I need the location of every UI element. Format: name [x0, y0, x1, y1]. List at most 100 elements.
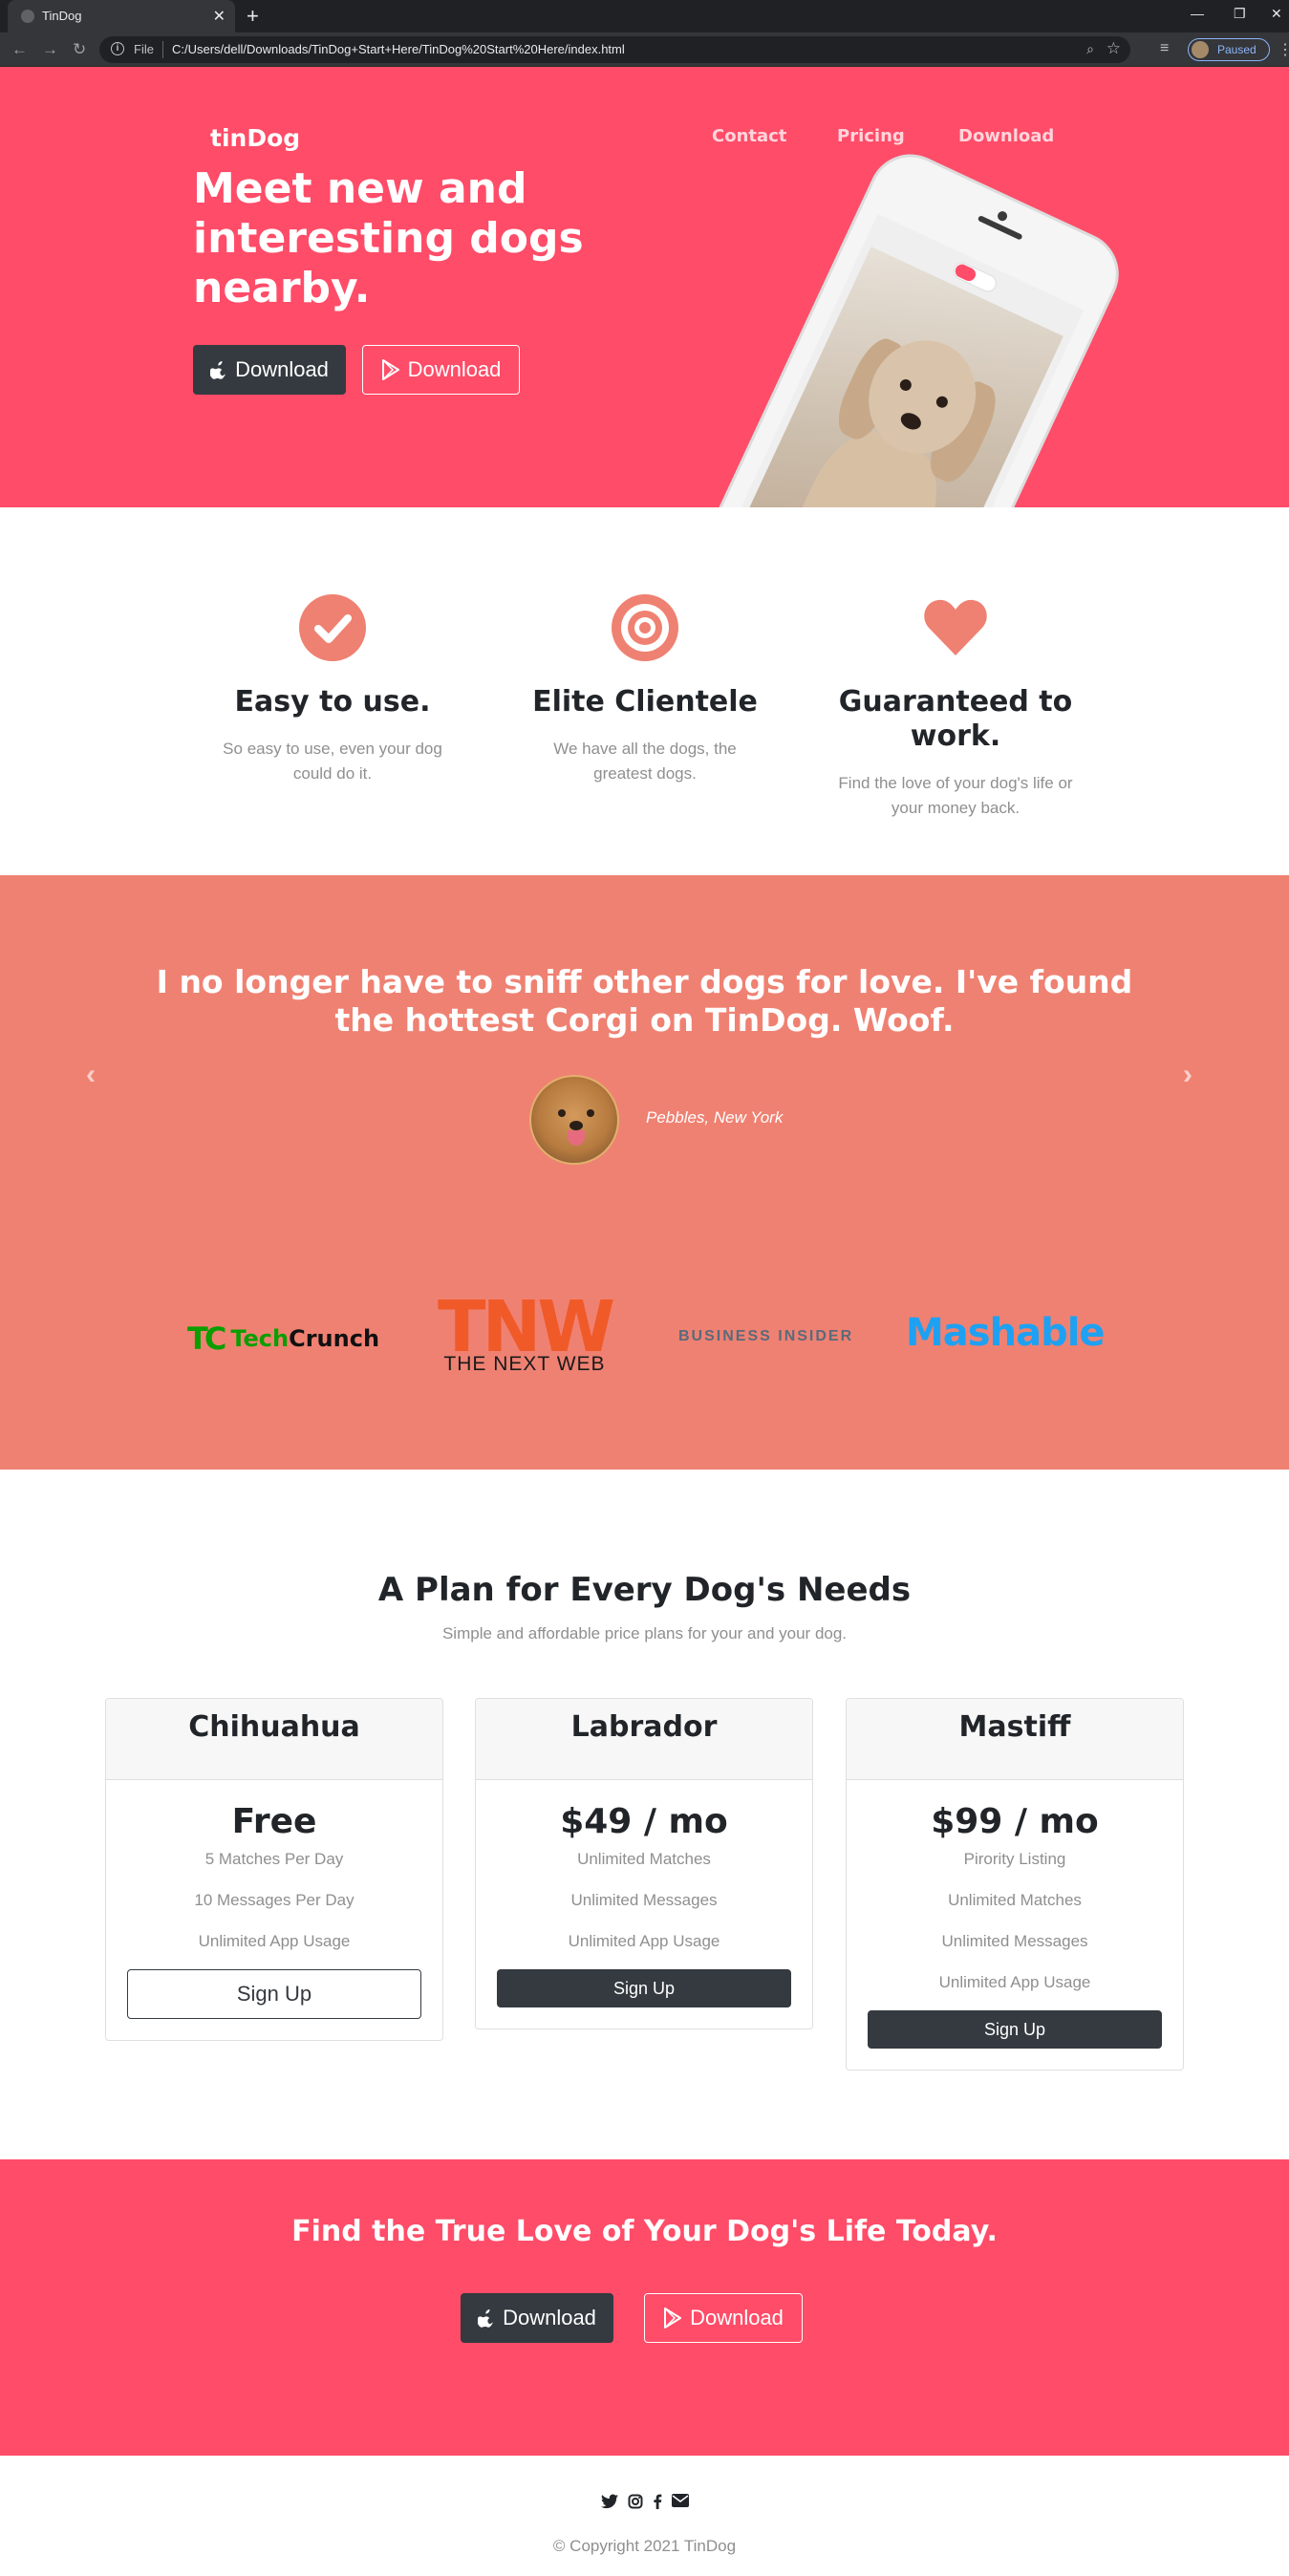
browser-tab[interactable]: TinDog ✕ [8, 0, 235, 32]
plan-price: Free [231, 1802, 317, 1841]
plan-feature: Unlimited App Usage [198, 1932, 351, 1950]
apple-download-button[interactable]: Download [461, 2293, 613, 2343]
restore-icon[interactable]: ❐ [1234, 6, 1246, 22]
play-store-download-button[interactable]: Download [362, 345, 520, 395]
plan-name: Labrador [476, 1699, 812, 1780]
phone-mockup-image [663, 140, 1133, 507]
pricing-card-chihuahua: Chihuahua Free 5 Matches Per Day 10 Mess… [105, 1698, 443, 2041]
plan-feature: 5 Matches Per Day [204, 1850, 344, 1868]
cta-section: Find the True Love of Your Dog's Life To… [0, 2159, 1289, 2456]
play-store-download-label: Download [407, 357, 502, 381]
forward-icon[interactable]: → [42, 40, 58, 59]
facebook-icon[interactable] [653, 2494, 662, 2509]
window-close-icon[interactable]: ✕ [1271, 6, 1282, 22]
plan-name: Mastiff [847, 1699, 1183, 1780]
address-bar[interactable]: i File C:/Users/dell/Downloads/TinDog+St… [99, 36, 1130, 63]
feature-title: Easy to use. [234, 685, 431, 719]
carousel-prev-icon[interactable]: ‹ [86, 1059, 96, 1091]
heart-icon [924, 599, 987, 655]
nav-link-download[interactable]: Download [958, 126, 1054, 146]
business-insider-logo: BUSINESS INSIDER [678, 1328, 854, 1344]
avatar [1192, 41, 1209, 58]
feature-elite-clientele: Elite Clientele We have all the dogs, th… [521, 594, 769, 786]
brand-logo[interactable]: tinDog [210, 124, 300, 152]
google-play-icon [381, 359, 399, 380]
google-play-icon [664, 2308, 682, 2329]
close-tab-icon[interactable]: ✕ [213, 7, 226, 26]
instagram-icon[interactable] [628, 2494, 643, 2509]
mashable-logo: Mashable [906, 1311, 1106, 1355]
tab-title: TinDog [42, 9, 82, 23]
tnw-subtitle: THE NEXT WEB [443, 1353, 606, 1375]
feature-text: Find the love of your dog's life or your… [838, 774, 1073, 817]
feature-guaranteed: Guaranteed to work. Find the love of you… [831, 594, 1080, 821]
testimonial-author: Pebbles, New York [646, 1108, 784, 1127]
favicon-icon [21, 10, 34, 23]
hero-section: tinDog Contact Pricing Download Meet new… [0, 67, 1289, 507]
minimize-icon[interactable]: — [1191, 6, 1204, 21]
sign-up-button[interactable]: Sign Up [497, 1969, 791, 2007]
browser-menu-icon[interactable]: ⋮ [1278, 40, 1289, 59]
techcrunch-mark: TC [187, 1320, 226, 1357]
plan-feature: Pirority Listing [963, 1850, 1066, 1868]
plan-price: $49 / mo [560, 1802, 728, 1841]
tnw-mark: TNW [437, 1286, 615, 1368]
envelope-icon[interactable] [671, 2494, 689, 2507]
pricing-card-labrador: Labrador $49 / mo Unlimited Matches Unli… [475, 1698, 813, 2029]
apple-icon [478, 2309, 494, 2328]
plan-feature: 10 Messages Per Day [194, 1891, 354, 1909]
plan-feature: Unlimited App Usage [938, 1973, 1091, 1991]
feature-text: So easy to use, even your dog could do i… [223, 740, 442, 783]
footer-social-icons [0, 2494, 1289, 2509]
hero-title: Meet new and interesting dogs nearby. [193, 164, 584, 312]
twitter-icon[interactable] [600, 2494, 618, 2509]
testimonials-section: ‹ › I no longer have to sniff other dogs… [0, 875, 1289, 1470]
apple-download-label: Download [503, 2306, 596, 2329]
testimonial-avatar [529, 1075, 619, 1165]
techcrunch-word-tech: Tech [230, 1325, 290, 1352]
info-icon[interactable]: i [111, 42, 124, 55]
plan-name: Chihuahua [106, 1699, 442, 1780]
reading-list-icon[interactable]: ≡ [1160, 40, 1169, 57]
nav-link-pricing[interactable]: Pricing [837, 126, 905, 146]
check-circle-icon [299, 594, 366, 661]
plan-feature: Unlimited Matches [948, 1891, 1082, 1909]
play-store-download-button[interactable]: Download [644, 2293, 803, 2343]
testimonial-quote: I no longer have to sniff other dogs for… [156, 963, 1133, 1039]
plan-feature: Unlimited Messages [941, 1932, 1088, 1950]
plan-price: $99 / mo [931, 1802, 1099, 1841]
zoom-icon[interactable]: ⌕ [1086, 41, 1094, 57]
plan-feature: Unlimited Matches [577, 1850, 711, 1868]
sign-up-button[interactable]: Sign Up [868, 2010, 1162, 2049]
feature-title: Guaranteed to work. [838, 685, 1073, 753]
plan-feature: Unlimited Messages [570, 1891, 718, 1909]
address-scheme: File [134, 42, 154, 56]
apple-icon [210, 361, 226, 379]
nav-link-contact[interactable]: Contact [712, 126, 786, 146]
profile-button[interactable]: Paused [1188, 38, 1270, 61]
phone-screen [708, 213, 1085, 507]
cta-title: Find the True Love of Your Dog's Life To… [291, 2215, 998, 2248]
address-url[interactable]: C:/Users/dell/Downloads/TinDog+Start+Her… [172, 42, 625, 56]
dog-photo [718, 247, 1063, 507]
plan-feature: Unlimited App Usage [568, 1932, 720, 1950]
new-tab-icon[interactable]: + [247, 4, 259, 29]
browser-toolbar: ← → ↻ i File C:/Users/dell/Downloads/Tin… [0, 32, 1289, 67]
feature-text: We have all the dogs, the greatest dogs. [553, 740, 737, 783]
apple-download-label: Download [235, 357, 329, 381]
bullseye-icon [612, 594, 678, 661]
phone-camera [996, 209, 1009, 223]
copyright-text: © Copyright 2021 TinDog [552, 2537, 737, 2555]
sign-up-button[interactable]: Sign Up [127, 1969, 421, 2019]
techcrunch-word-crunch: Crunch [289, 1325, 380, 1352]
play-store-download-label: Download [690, 2306, 784, 2329]
bookmark-star-icon[interactable]: ☆ [1106, 39, 1121, 58]
feature-title: Elite Clientele [532, 685, 758, 719]
pricing-title: A Plan for Every Dog's Needs [377, 1571, 912, 1609]
feature-easy-to-use: Easy to use. So easy to use, even your d… [208, 594, 457, 786]
apple-download-button[interactable]: Download [193, 345, 346, 395]
back-icon[interactable]: ← [11, 40, 28, 59]
reload-icon[interactable]: ↻ [73, 40, 86, 59]
address-separator [162, 41, 163, 58]
carousel-next-icon[interactable]: › [1183, 1059, 1192, 1091]
